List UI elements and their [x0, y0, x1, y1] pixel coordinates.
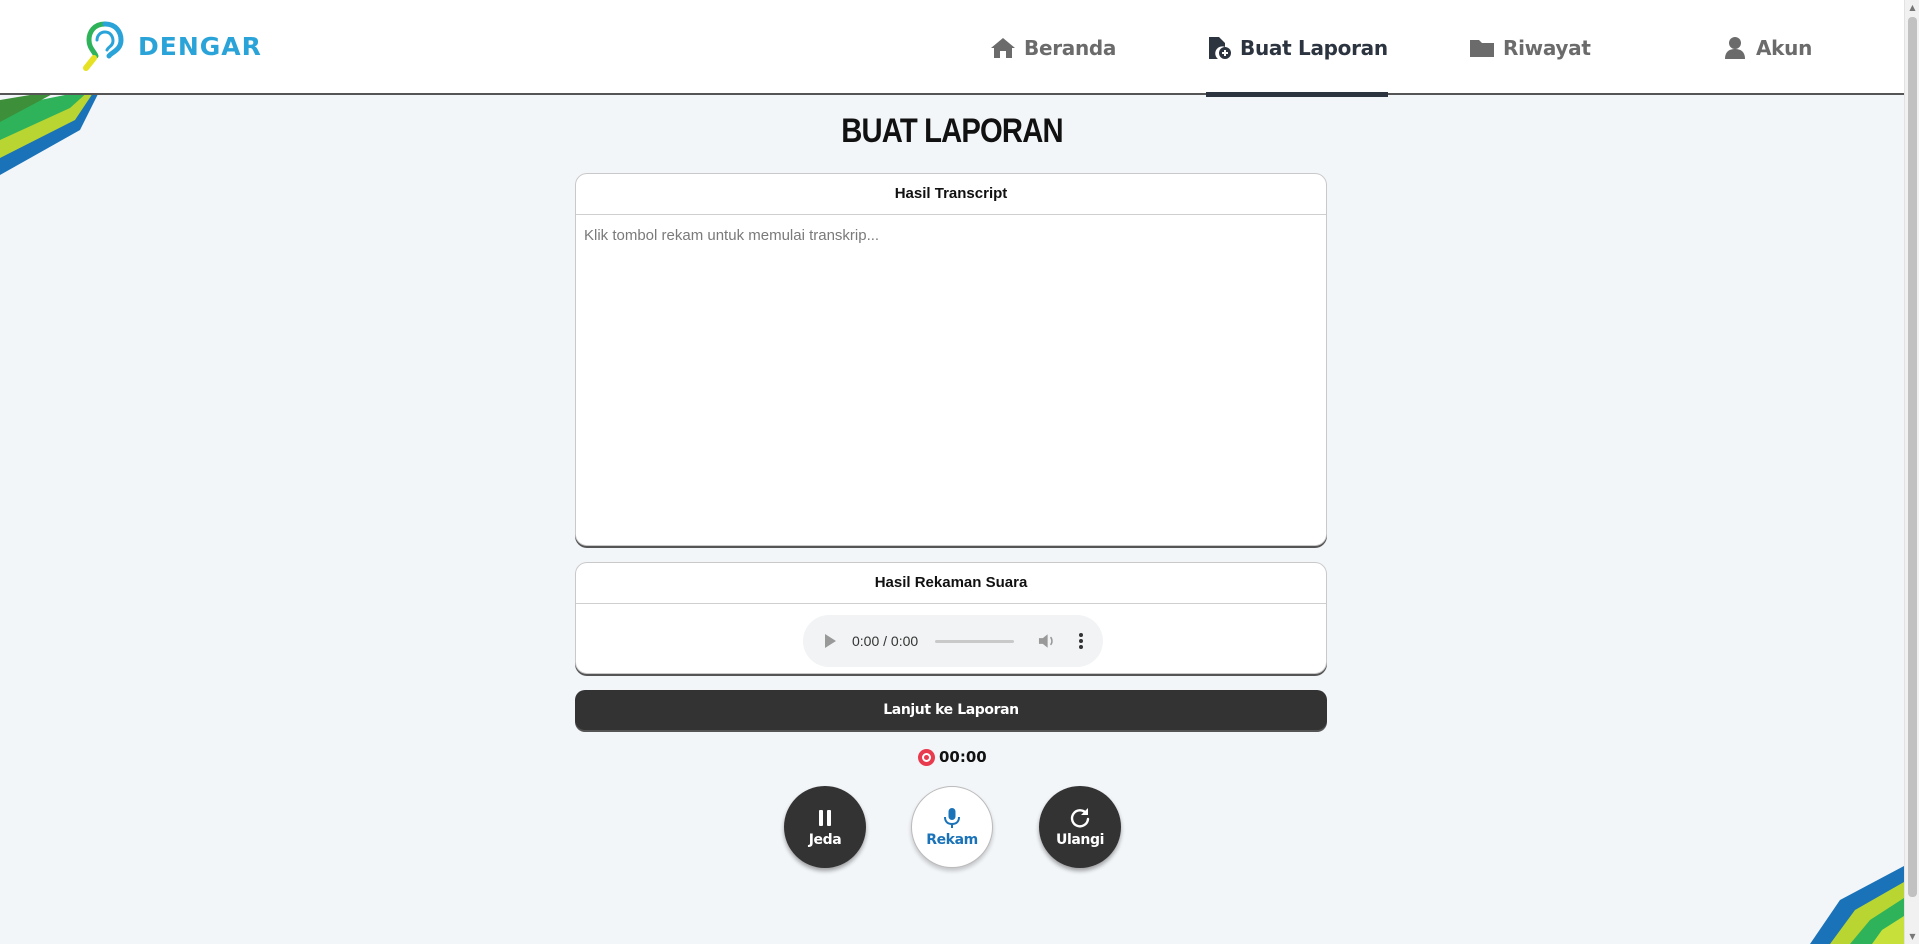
- volume-icon[interactable]: [1038, 633, 1055, 649]
- app-name: DENGAR: [138, 31, 262, 61]
- audio-time: 0:00 / 0:00: [852, 633, 919, 649]
- app-logo[interactable]: DENGAR: [82, 20, 262, 72]
- record-icon: [918, 748, 935, 766]
- file-plus-icon: [1209, 36, 1231, 59]
- nav-label-beranda: Beranda: [1024, 35, 1117, 60]
- next-to-report-button[interactable]: Lanjut ke Laporan: [575, 690, 1327, 730]
- active-tab-indicator: [1206, 92, 1388, 97]
- recording-timer: 00:00: [918, 746, 987, 768]
- recording-card: Hasil Rekaman Suara 0:00 / 0:00: [575, 562, 1327, 674]
- scroll-down-arrow-icon[interactable]: ▼: [1905, 929, 1919, 944]
- pause-label: Jeda: [808, 831, 842, 848]
- audio-player[interactable]: 0:00 / 0:00: [803, 615, 1103, 667]
- scroll-thumb[interactable]: [1908, 17, 1917, 897]
- record-button[interactable]: Rekam: [911, 786, 993, 868]
- redo-icon: [1070, 807, 1090, 828]
- microphone-icon: [944, 807, 960, 828]
- decorative-corner-bottom-right: [1810, 866, 1904, 944]
- transcript-heading: Hasil Transcript: [576, 174, 1326, 215]
- pause-icon: [819, 809, 831, 826]
- nav-label-riwayat: Riwayat: [1503, 35, 1591, 60]
- folder-icon: [1470, 39, 1494, 57]
- nav-item-akun[interactable]: Akun: [1722, 0, 1812, 95]
- page-title: BUAT LAPORAN: [841, 112, 1063, 150]
- home-icon: [991, 37, 1015, 58]
- nav-label-akun: Akun: [1756, 35, 1813, 60]
- user-icon: [1725, 36, 1745, 59]
- transcript-textarea[interactable]: [576, 215, 1326, 545]
- reset-label: Ulangi: [1055, 831, 1104, 848]
- record-label: Rekam: [926, 831, 978, 848]
- page-scrollbar[interactable]: ▲ ▼: [1904, 0, 1919, 944]
- nav-item-beranda[interactable]: Beranda: [990, 0, 1116, 95]
- decorative-corner-top-left: [0, 90, 100, 175]
- ear-logo-icon: [83, 21, 124, 71]
- scroll-up-arrow-icon[interactable]: ▲: [1905, 0, 1919, 15]
- audio-progress-track[interactable]: [935, 639, 1015, 643]
- nav-label-buat-laporan: Buat Laporan: [1240, 35, 1388, 60]
- pause-button[interactable]: Jeda: [784, 786, 866, 868]
- top-navbar: DENGAR Beranda Buat Laporan Riwayat Akun: [0, 0, 1904, 97]
- more-options-icon[interactable]: [1074, 632, 1089, 650]
- reset-button[interactable]: Ulangi: [1039, 786, 1121, 868]
- transcript-card: Hasil Transcript: [575, 173, 1327, 546]
- nav-item-riwayat[interactable]: Riwayat: [1469, 0, 1591, 95]
- timer-value: 00:00: [939, 748, 987, 766]
- play-icon[interactable]: [825, 634, 836, 648]
- nav-item-buat-laporan[interactable]: Buat Laporan: [1206, 0, 1388, 97]
- recording-heading: Hasil Rekaman Suara: [576, 563, 1326, 604]
